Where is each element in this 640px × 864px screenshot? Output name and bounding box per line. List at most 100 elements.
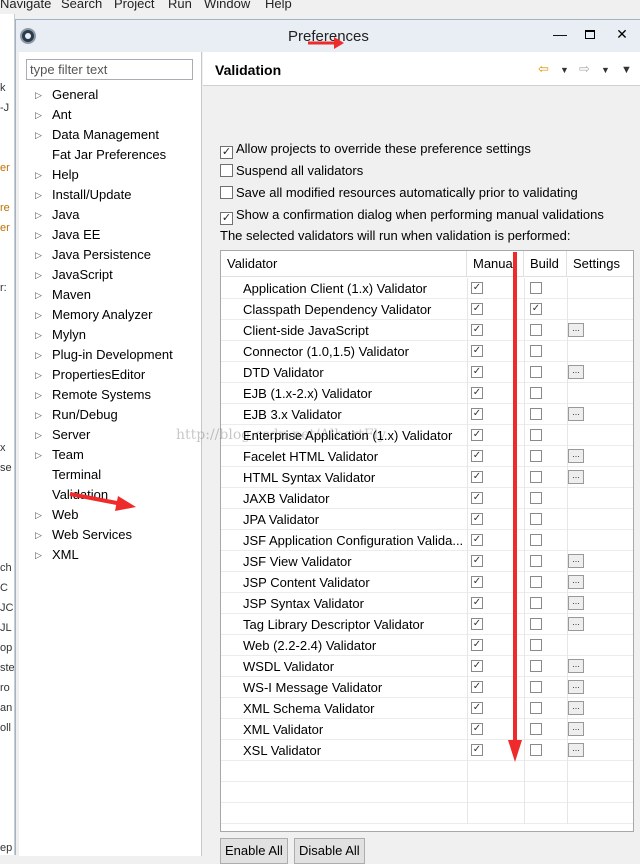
manual-checkbox[interactable]: ✓ (471, 303, 483, 315)
expand-arrow-icon[interactable]: ▷ (35, 405, 42, 425)
tree-item-plug-in-development[interactable]: ▷ Plug-in Development (19, 345, 202, 365)
tree-item-memory-analyzer[interactable]: ▷ Memory Analyzer (19, 305, 202, 325)
build-checkbox[interactable] (530, 681, 542, 693)
expand-arrow-icon[interactable]: ▷ (35, 325, 42, 345)
table-row[interactable]: Classpath Dependency Validator ✓ ✓ (221, 299, 633, 320)
option-allow-override[interactable]: ✓ Allow projects to override these prefer… (220, 140, 531, 159)
menu-run[interactable]: Run (168, 0, 192, 11)
manual-checkbox[interactable]: ✓ (471, 324, 483, 336)
settings-button[interactable]: ... (568, 365, 584, 379)
build-checkbox[interactable] (530, 471, 542, 483)
tree-item-fat-jar-preferences[interactable]: Fat Jar Preferences (19, 145, 202, 165)
header-validator[interactable]: Validator (221, 251, 467, 277)
expand-arrow-icon[interactable]: ▷ (35, 265, 42, 285)
build-checkbox[interactable] (530, 660, 542, 672)
build-checkbox[interactable] (530, 345, 542, 357)
tree-item-propertieseditor[interactable]: ▷ PropertiesEditor (19, 365, 202, 385)
build-checkbox[interactable]: ✓ (530, 303, 542, 315)
table-row[interactable]: XML Validator ✓... (221, 719, 633, 740)
settings-button[interactable]: ... (568, 575, 584, 589)
enable-all-button[interactable]: Enable All (220, 838, 288, 864)
back-dropdown-icon[interactable]: ▼ (560, 65, 569, 75)
table-row[interactable]: JSP Content Validator ✓... (221, 572, 633, 593)
disable-all-button[interactable]: Disable All (294, 838, 365, 864)
build-checkbox[interactable] (530, 429, 542, 441)
expand-arrow-icon[interactable]: ▷ (35, 125, 42, 145)
manual-checkbox[interactable]: ✓ (471, 513, 483, 525)
table-row[interactable]: HTML Syntax Validator ✓... (221, 467, 633, 488)
table-row[interactable]: JPA Validator ✓ (221, 509, 633, 530)
menu-help[interactable]: Help (265, 0, 292, 11)
manual-checkbox[interactable]: ✓ (471, 576, 483, 588)
manual-checkbox[interactable]: ✓ (471, 618, 483, 630)
table-row[interactable]: Tag Library Descriptor Validator ✓... (221, 614, 633, 635)
manual-checkbox[interactable]: ✓ (471, 702, 483, 714)
settings-button[interactable]: ... (568, 407, 584, 421)
allow-override-checkbox[interactable]: ✓ (220, 146, 233, 159)
tree-item-server[interactable]: ▷ Server (19, 425, 202, 445)
menu-project[interactable]: Project (114, 0, 154, 11)
expand-arrow-icon[interactable]: ▷ (35, 105, 42, 125)
expand-arrow-icon[interactable]: ▷ (35, 525, 42, 545)
manual-checkbox[interactable]: ✓ (471, 534, 483, 546)
option-confirmation-dialog[interactable]: ✓ Show a confirmation dialog when perform… (220, 206, 604, 225)
tree-item-web[interactable]: ▷ Web (19, 505, 202, 525)
table-row[interactable]: Enterprise Application (1.x) Validator ✓ (221, 425, 633, 446)
build-checkbox[interactable] (530, 618, 542, 630)
build-checkbox[interactable] (530, 282, 542, 294)
manual-checkbox[interactable]: ✓ (471, 471, 483, 483)
table-row[interactable]: JSF View Validator ✓... (221, 551, 633, 572)
tree-item-install-update[interactable]: ▷ Install/Update (19, 185, 202, 205)
build-checkbox[interactable] (530, 597, 542, 609)
manual-checkbox[interactable]: ✓ (471, 387, 483, 399)
table-row[interactable]: XML Schema Validator ✓... (221, 698, 633, 719)
tree-item-java-ee[interactable]: ▷ Java EE (19, 225, 202, 245)
filter-input[interactable] (26, 59, 193, 80)
tree-item-java-persistence[interactable]: ▷ Java Persistence (19, 245, 202, 265)
header-build[interactable]: Build (524, 251, 567, 277)
manual-checkbox[interactable]: ✓ (471, 492, 483, 504)
tree-item-ant[interactable]: ▷ Ant (19, 105, 202, 125)
suspend-all-checkbox[interactable] (220, 164, 233, 177)
header-settings[interactable]: Settings (567, 251, 633, 277)
table-row[interactable]: XSL Validator ✓... (221, 740, 633, 761)
table-row[interactable]: WS-I Message Validator ✓... (221, 677, 633, 698)
expand-arrow-icon[interactable]: ▷ (35, 545, 42, 565)
tree-item-help[interactable]: ▷ Help (19, 165, 202, 185)
tree-item-xml[interactable]: ▷ XML (19, 545, 202, 565)
back-arrow-icon[interactable]: ⇦ (538, 61, 549, 77)
tree-item-mylyn[interactable]: ▷ Mylyn (19, 325, 202, 345)
manual-checkbox[interactable]: ✓ (471, 723, 483, 735)
header-manual[interactable]: Manual (467, 251, 524, 277)
build-checkbox[interactable] (530, 492, 542, 504)
settings-button[interactable]: ... (568, 554, 584, 568)
build-checkbox[interactable] (530, 513, 542, 525)
save-modified-checkbox[interactable] (220, 186, 233, 199)
manual-checkbox[interactable]: ✓ (471, 450, 483, 462)
option-save-modified[interactable]: Save all modified resources automaticall… (220, 184, 578, 202)
expand-arrow-icon[interactable]: ▷ (35, 185, 42, 205)
option-suspend-all[interactable]: Suspend all validators (220, 162, 363, 180)
build-checkbox[interactable] (530, 576, 542, 588)
manual-checkbox[interactable]: ✓ (471, 282, 483, 294)
manual-checkbox[interactable]: ✓ (471, 555, 483, 567)
table-row[interactable]: EJB 3.x Validator ✓... (221, 404, 633, 425)
manual-checkbox[interactable]: ✓ (471, 429, 483, 441)
settings-button[interactable]: ... (568, 470, 584, 484)
manual-checkbox[interactable]: ✓ (471, 660, 483, 672)
manual-checkbox[interactable]: ✓ (471, 408, 483, 420)
tree-item-web-services[interactable]: ▷ Web Services (19, 525, 202, 545)
expand-arrow-icon[interactable]: ▷ (35, 385, 42, 405)
tree-item-run-debug[interactable]: ▷ Run/Debug (19, 405, 202, 425)
build-checkbox[interactable] (530, 744, 542, 756)
table-row[interactable]: EJB (1.x-2.x) Validator ✓ (221, 383, 633, 404)
settings-button[interactable]: ... (568, 743, 584, 757)
confirmation-dialog-checkbox[interactable]: ✓ (220, 212, 233, 225)
settings-button[interactable]: ... (568, 722, 584, 736)
manual-checkbox[interactable]: ✓ (471, 366, 483, 378)
tree-item-general[interactable]: ▷ General (19, 85, 202, 105)
settings-button[interactable]: ... (568, 617, 584, 631)
settings-button[interactable]: ... (568, 449, 584, 463)
build-checkbox[interactable] (530, 324, 542, 336)
settings-button[interactable]: ... (568, 596, 584, 610)
